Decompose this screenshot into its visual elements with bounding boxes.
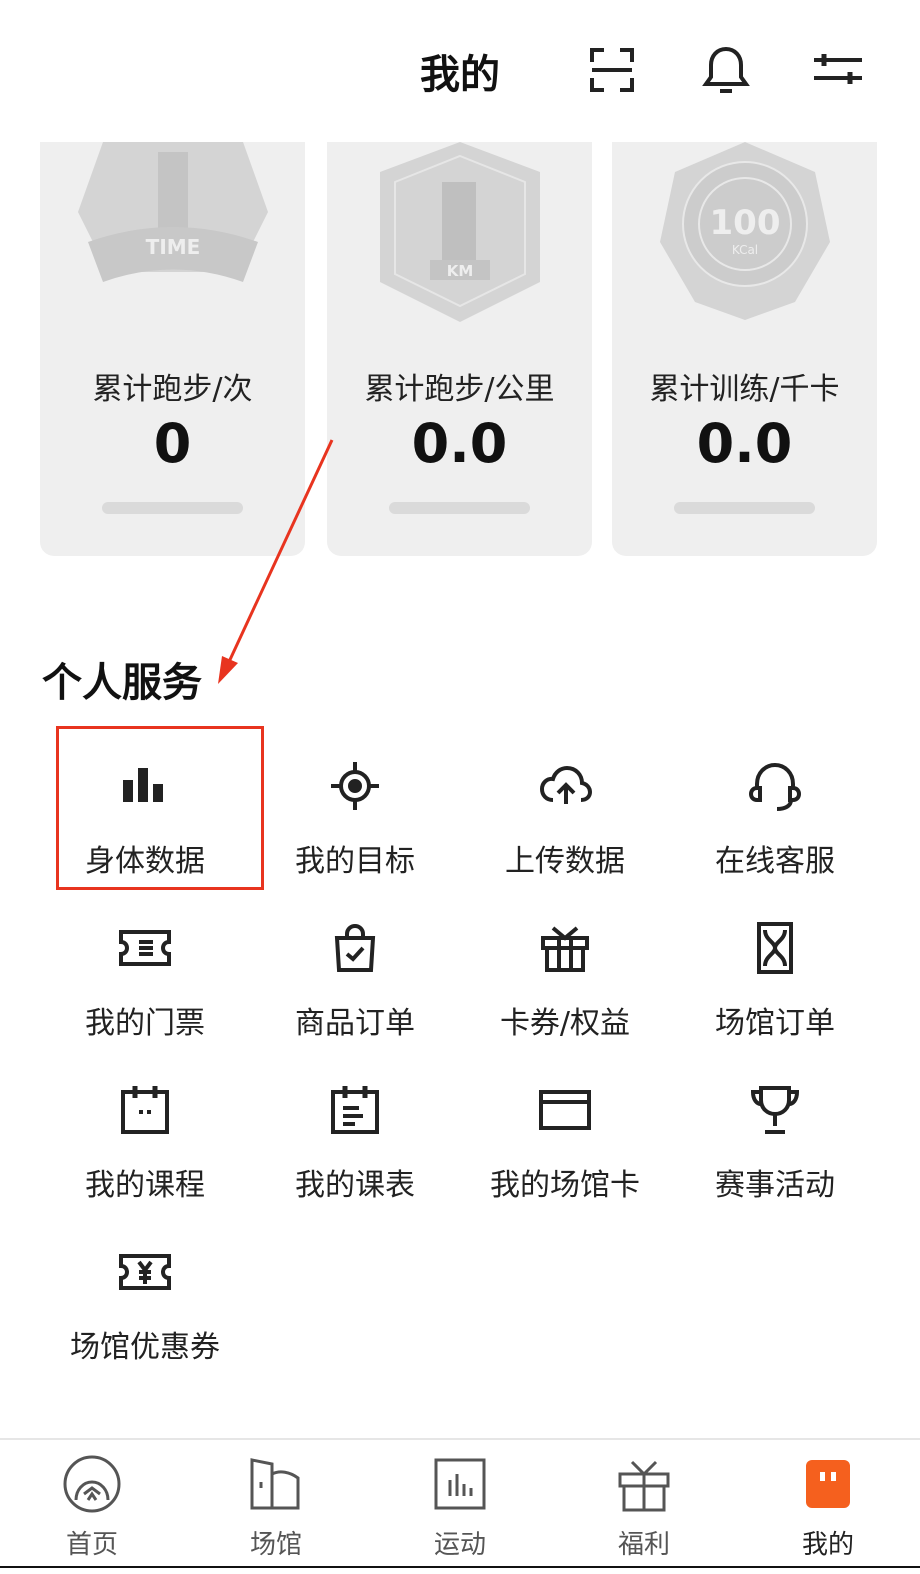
section-title: 个人服务 (42, 660, 202, 706)
calendar-icon (117, 1082, 173, 1138)
bottom-nav: 首页 场馆 运动 福利 我的 (0, 1438, 920, 1574)
progress-bar (674, 502, 815, 514)
settings-sliders-icon[interactable] (810, 42, 866, 98)
stat-value: 0.0 (411, 412, 508, 475)
progress-bar (389, 502, 530, 514)
scan-icon[interactable] (584, 42, 640, 98)
nav-benefits[interactable]: 福利 (552, 1440, 736, 1574)
service-label: 场馆优惠券 (70, 1330, 220, 1365)
service-coupons-benefits[interactable]: 卡券/权益 (460, 890, 670, 1050)
svg-text:100: 100 (709, 203, 780, 243)
service-label: 我的课程 (85, 1168, 205, 1203)
service-my-schedule[interactable]: 我的课表 (250, 1052, 460, 1212)
hourglass-icon (747, 920, 803, 976)
service-my-tickets[interactable]: 我的门票 (40, 890, 250, 1050)
nav-label: 运动 (433, 1530, 486, 1560)
home-icon (62, 1454, 122, 1514)
svg-text:KM: KM (446, 262, 473, 280)
service-events[interactable]: 赛事活动 (670, 1052, 880, 1212)
medal-time-icon: TIME (40, 142, 305, 332)
page-title: 我的 (420, 52, 500, 98)
service-online-support[interactable]: 在线客服 (670, 728, 880, 888)
profile-icon (798, 1454, 858, 1514)
venue-icon (246, 1454, 306, 1514)
service-venue-card[interactable]: 我的场馆卡 (460, 1052, 670, 1212)
service-my-courses[interactable]: 我的课程 (40, 1052, 250, 1212)
nav-home[interactable]: 首页 (0, 1440, 184, 1574)
ticket-icon (117, 920, 173, 976)
stat-value: 0 (153, 412, 192, 475)
sport-icon (430, 1454, 490, 1514)
header: 我的 (0, 0, 920, 140)
home-indicator-line (0, 1566, 920, 1574)
service-venue-coupons[interactable]: 场馆优惠券 (40, 1214, 250, 1374)
nav-label: 福利 (617, 1530, 670, 1560)
service-label: 我的场馆卡 (490, 1168, 640, 1203)
annotation-highlight-box (56, 726, 264, 890)
service-label: 卡券/权益 (499, 1006, 631, 1041)
stat-value: 0.0 (696, 412, 793, 475)
medal-km-icon: KM (327, 142, 592, 332)
medal-kcal-icon: 100 KCal (612, 142, 877, 332)
nav-sport[interactable]: 运动 (368, 1440, 552, 1574)
nav-profile[interactable]: 我的 (736, 1440, 920, 1574)
stat-label: 累计跑步/公里 (364, 372, 555, 407)
service-label: 我的课表 (295, 1168, 415, 1203)
nav-label: 首页 (65, 1530, 118, 1560)
schedule-icon (327, 1082, 383, 1138)
service-label: 我的门票 (85, 1006, 205, 1041)
target-icon (327, 758, 383, 814)
stat-card-distance[interactable]: KM 累计跑步/公里 0.0 (327, 142, 592, 556)
service-label: 上传数据 (505, 844, 625, 879)
headset-icon (747, 758, 803, 814)
nav-venue[interactable]: 场馆 (184, 1440, 368, 1574)
trophy-icon (747, 1082, 803, 1138)
stat-card-calories[interactable]: 100 KCal 累计训练/千卡 0.0 (612, 142, 877, 556)
stats-row: TIME 累计跑步/次 0 KM 累计跑步/公里 0.0 100 KCal 累计… (40, 142, 880, 556)
gift-icon (614, 1454, 674, 1514)
service-label: 商品订单 (295, 1006, 415, 1041)
service-label: 赛事活动 (715, 1168, 835, 1203)
service-label: 我的目标 (295, 844, 415, 879)
service-upload-data[interactable]: 上传数据 (460, 728, 670, 888)
service-product-orders[interactable]: 商品订单 (250, 890, 460, 1050)
svg-text:TIME: TIME (145, 235, 200, 259)
shopping-bag-icon (327, 920, 383, 976)
nav-label: 场馆 (249, 1530, 302, 1560)
svg-text:KCal: KCal (731, 243, 757, 257)
card-icon (537, 1082, 593, 1138)
nav-label: 我的 (801, 1530, 854, 1560)
service-venue-orders[interactable]: 场馆订单 (670, 890, 880, 1050)
progress-bar (102, 502, 243, 514)
stat-label: 累计训练/千卡 (649, 372, 840, 407)
stat-label: 累计跑步/次 (92, 372, 253, 407)
service-my-goals[interactable]: 我的目标 (250, 728, 460, 888)
service-label: 在线客服 (715, 844, 835, 879)
service-label: 场馆订单 (715, 1006, 835, 1041)
coupon-icon (117, 1244, 173, 1300)
bell-icon[interactable] (698, 42, 754, 98)
gift-icon (537, 920, 593, 976)
stat-card-runs[interactable]: TIME 累计跑步/次 0 (40, 142, 305, 556)
cloud-upload-icon (537, 758, 593, 814)
